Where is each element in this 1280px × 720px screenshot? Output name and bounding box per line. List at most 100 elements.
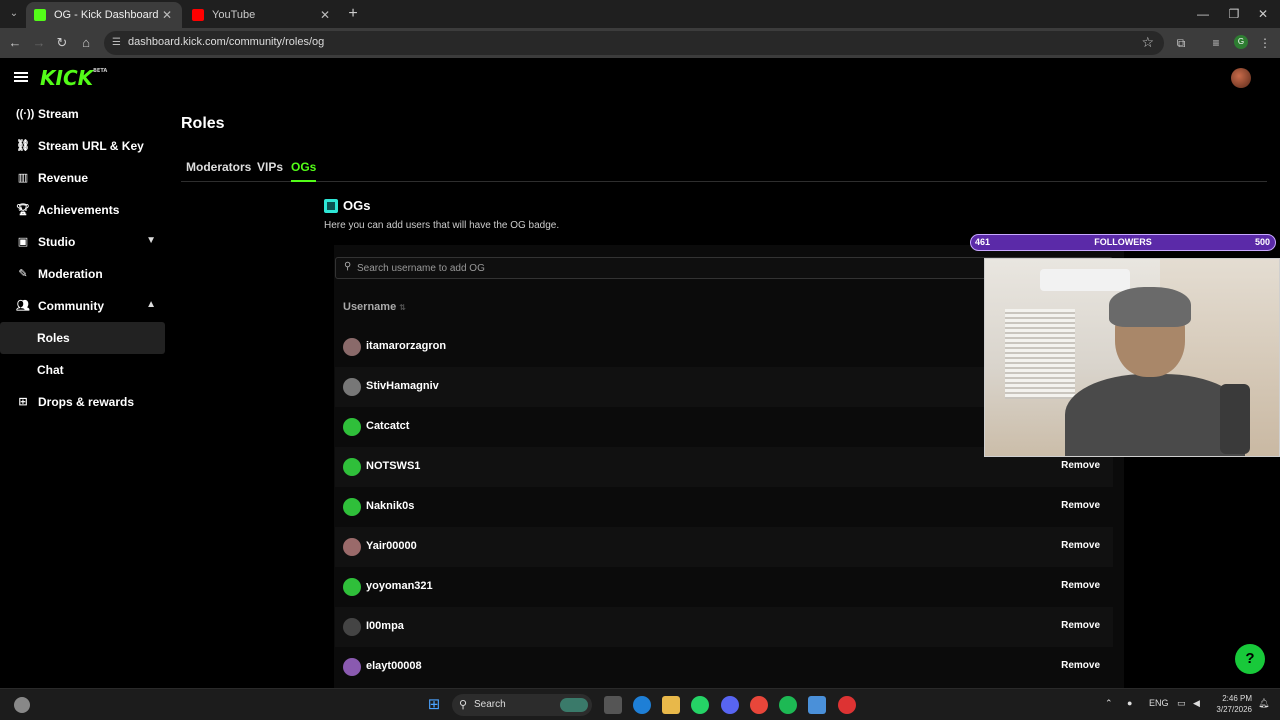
home-icon[interactable]: ⌂ (77, 34, 95, 52)
remove-button[interactable]: Remove (1061, 460, 1100, 471)
sidebar-item-stream[interactable]: ((·)) Stream (0, 98, 170, 130)
volume-icon[interactable]: ◀ (1193, 698, 1200, 709)
chevron-down-icon[interactable]: ▼ (146, 235, 156, 246)
page-title: Roles (181, 115, 225, 132)
avatar (343, 338, 361, 356)
sidebar-item-chat[interactable]: Chat (0, 354, 165, 386)
tab-ogs[interactable]: OGs (291, 160, 317, 182)
follower-goal-label: FOLLOWERS (1094, 237, 1152, 247)
extensions-icon[interactable]: ⧉ (1172, 34, 1190, 52)
reload-icon[interactable]: ↻ (53, 34, 71, 52)
new-tab-icon[interactable]: + (344, 4, 362, 24)
sidebar-item-drops-rewards[interactable]: ⊞ Drops & rewards (0, 386, 170, 418)
search-icon: ⚲ (344, 261, 352, 272)
close-icon[interactable]: ✕ (318, 8, 332, 22)
table-row: I00mpa Remove (335, 607, 1113, 647)
bookmark-star-icon[interactable]: ☆ (1141, 34, 1154, 51)
forward-icon[interactable]: → (30, 34, 48, 52)
task-view-icon[interactable] (604, 696, 622, 714)
sidebar-item-revenue[interactable]: ▥ Revenue (0, 162, 170, 194)
username[interactable]: Catcatct (366, 420, 409, 432)
tab-youtube[interactable]: YouTube ✕ (184, 2, 340, 28)
section-description: Here you can add users that will have th… (324, 220, 560, 231)
sidebar-item-moderation[interactable]: ✎ Moderation (0, 258, 170, 290)
remove-button[interactable]: Remove (1061, 620, 1100, 631)
restore-icon[interactable]: ❐ (1224, 4, 1244, 24)
chrome-icon[interactable] (750, 696, 768, 714)
sidebar-item-achievements[interactable]: 🏆︎ Achievements (0, 194, 170, 226)
language-indicator[interactable]: ENG (1149, 698, 1169, 708)
site-info-icon[interactable]: ☰ (112, 37, 124, 49)
table-row: yoyoman321 Remove (335, 567, 1113, 607)
notification-bell-icon[interactable]: 🔔︎ (1258, 698, 1269, 709)
avatar (343, 378, 361, 396)
edge-icon[interactable] (633, 696, 651, 714)
tab-kick-dashboard[interactable]: OG - Kick Dashboard ✕ (26, 2, 182, 28)
remove-button[interactable]: Remove (1061, 540, 1100, 551)
tab-vips[interactable]: VIPs (257, 160, 283, 182)
whatsapp-icon[interactable] (691, 696, 709, 714)
microphone-icon[interactable]: ● (1127, 698, 1132, 708)
minimize-icon[interactable]: — (1193, 4, 1213, 24)
app-icon[interactable] (838, 696, 856, 714)
file-explorer-icon[interactable] (662, 696, 680, 714)
username[interactable]: I00mpa (366, 620, 404, 632)
webcam-overlay (984, 258, 1280, 457)
username[interactable]: Naknik0s (366, 500, 414, 512)
back-icon[interactable]: ← (6, 34, 24, 52)
webcam-window-blinds (1005, 309, 1075, 399)
table-row: elayt00008 Remove (335, 647, 1113, 687)
windows-start-icon[interactable]: ⊞ (425, 696, 443, 714)
avatar[interactable] (1231, 68, 1251, 88)
username[interactable]: itamarorzagron (366, 340, 446, 352)
broadcast-icon: ((·)) (16, 108, 35, 120)
media-control-icon[interactable]: ≡ (1207, 34, 1225, 52)
sidebar-item-roles[interactable]: Roles (0, 322, 165, 354)
menu-icon[interactable] (14, 72, 28, 82)
remove-button[interactable]: Remove (1061, 500, 1100, 511)
remove-button[interactable]: Remove (1061, 580, 1100, 591)
webcam-microphone (1220, 384, 1250, 454)
sidebar-item-community[interactable]: 👥︎ Community ▲ (0, 290, 170, 322)
url-text: dashboard.kick.com/community/roles/og (128, 36, 325, 48)
section-title: OGs (343, 198, 371, 213)
column-header-username[interactable]: Username ⇅ (343, 301, 406, 313)
sidebar-item-label: Stream (38, 107, 79, 121)
username[interactable]: yoyoman321 (366, 580, 433, 592)
sidebar-item-stream-url-key[interactable]: ⛓ Stream URL & Key (0, 130, 170, 162)
roles-tabs: Moderators VIPs OGs (181, 156, 1267, 182)
tray-chevron-up-icon[interactable]: ⌃ (1105, 698, 1113, 709)
youtube-favicon-icon (192, 9, 204, 21)
username[interactable]: Yair00000 (366, 540, 417, 552)
sidebar-item-studio[interactable]: ▣ Studio ▼ (0, 226, 170, 258)
network-icon[interactable]: ▭ (1177, 698, 1186, 709)
username[interactable]: NOTSWS1 (366, 460, 420, 472)
column-header-label: Username (343, 301, 397, 313)
address-field[interactable]: ☰ dashboard.kick.com/community/roles/og … (104, 31, 1164, 55)
spotify-icon[interactable] (779, 696, 797, 714)
window-close-icon[interactable]: ✕ (1253, 4, 1273, 24)
follower-goal-target: 500 (1254, 237, 1270, 247)
sort-icon[interactable]: ⇅ (399, 303, 406, 312)
username[interactable]: StivHamagniv (366, 380, 439, 392)
discord-icon[interactable] (721, 696, 739, 714)
search-icon: ⚲ (459, 699, 468, 711)
close-icon[interactable]: ✕ (160, 8, 174, 22)
taskbar-search[interactable]: ⚲ Search (452, 694, 592, 716)
chevron-up-icon[interactable]: ▲ (146, 299, 156, 310)
taskbar-clock[interactable]: 2:46 PM 3/27/2026 (1212, 693, 1252, 715)
browser-menu-icon[interactable]: ⋮ (1256, 34, 1274, 52)
username[interactable]: elayt00008 (366, 660, 422, 672)
sidebar-item-label: Achievements (38, 203, 120, 217)
sidebar-item-label: Community (38, 299, 104, 313)
profile-avatar[interactable]: G (1234, 35, 1248, 49)
notepad-icon[interactable] (808, 696, 826, 714)
tab-moderators[interactable]: Moderators (186, 160, 251, 182)
avatar (343, 458, 361, 476)
kick-logo[interactable]: KICKBETA (40, 66, 107, 90)
tab-search-icon[interactable]: ⌄ (6, 6, 22, 22)
webcam-person-beanie (1109, 287, 1191, 327)
remove-button[interactable]: Remove (1061, 660, 1100, 671)
weather-widget-icon[interactable] (14, 697, 30, 713)
help-chat-icon[interactable]: ? (1235, 644, 1265, 674)
